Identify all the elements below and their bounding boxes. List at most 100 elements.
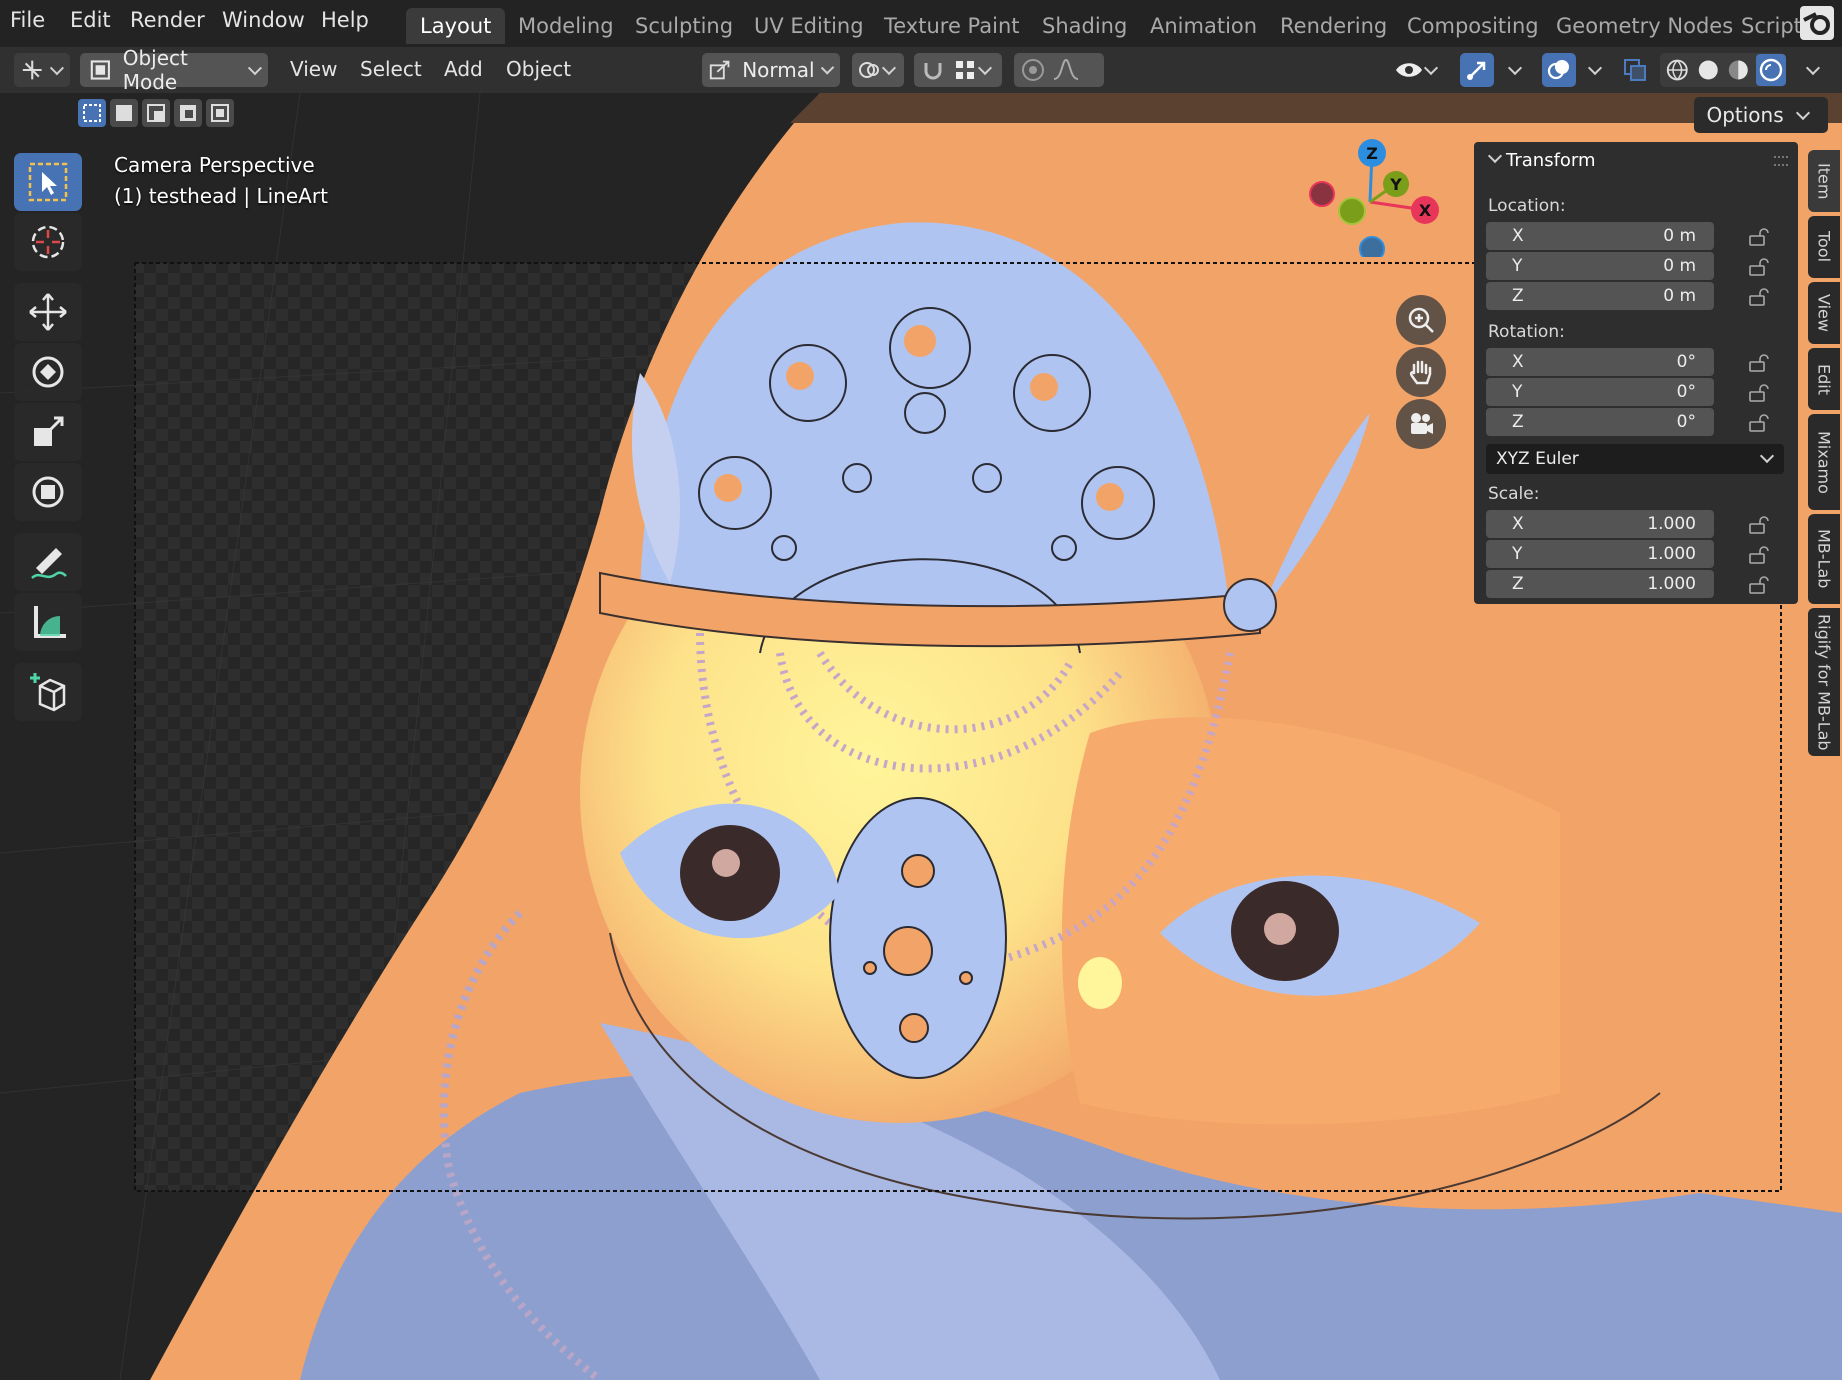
header-menu-object[interactable]: Object <box>506 57 571 81</box>
menu-edit[interactable]: Edit <box>70 8 111 32</box>
select-extend-button[interactable] <box>110 99 138 127</box>
rotation-mode-select[interactable]: XYZ Euler <box>1486 444 1784 474</box>
tab-modeling[interactable]: Modeling <box>504 8 628 44</box>
sidebar-tab-item[interactable]: Item <box>1808 150 1840 212</box>
tab-shading[interactable]: Shading <box>1028 8 1141 44</box>
sidebar-tab-edit[interactable]: Edit <box>1808 348 1840 410</box>
options-dropdown[interactable]: Options <box>1694 97 1828 133</box>
left-eye-highlight <box>712 849 740 877</box>
shading-dropdown-chevron-icon[interactable] <box>1805 60 1821 76</box>
editor-type-button[interactable] <box>14 53 70 87</box>
pivot-point-button[interactable] <box>852 53 904 87</box>
location-z-field[interactable]: Z 0 m <box>1486 282 1714 310</box>
select-subtract-button[interactable] <box>142 99 170 127</box>
unlock-icon[interactable] <box>1748 414 1770 432</box>
pan-button[interactable] <box>1396 347 1446 397</box>
overlays-dropdown-chevron-icon[interactable] <box>1587 60 1603 76</box>
scale-x-field[interactable]: X 1.000 <box>1486 510 1714 538</box>
snap-grid-icon[interactable] <box>954 59 976 81</box>
select-new-button[interactable] <box>78 99 106 127</box>
tab-rendering[interactable]: Rendering <box>1266 8 1401 44</box>
tab-geometry-nodes[interactable]: Geometry Nodes <box>1542 8 1747 44</box>
transform-orientation-select[interactable]: Normal <box>702 53 840 87</box>
gizmo-neg-z-handle[interactable] <box>1359 236 1385 257</box>
field-value: 1.000 <box>1647 544 1696 564</box>
rotation-y-field[interactable]: Y 0° <box>1486 378 1714 406</box>
field-value: 0° <box>1676 352 1696 372</box>
sidebar-tab-mb-lab[interactable]: MB-Lab <box>1808 514 1840 604</box>
location-x-field[interactable]: X 0 m <box>1486 222 1714 250</box>
select-invert-button[interactable] <box>174 99 202 127</box>
falloff-curve-icon[interactable] <box>1052 57 1080 83</box>
gizmo-neg-x-handle[interactable] <box>1309 181 1335 207</box>
gizmo-toggle-button[interactable] <box>1460 53 1494 87</box>
rotation-x-field[interactable]: X 0° <box>1486 348 1714 376</box>
select-box-tool[interactable] <box>14 153 82 211</box>
tab-texture-paint[interactable]: Texture Paint <box>870 8 1034 44</box>
tab-compositing[interactable]: Compositing <box>1393 8 1553 44</box>
cursor-tool[interactable] <box>14 213 82 271</box>
header-menu-add[interactable]: Add <box>444 57 483 81</box>
rotate-tool[interactable] <box>14 343 82 401</box>
unlock-icon[interactable] <box>1748 288 1770 306</box>
unlock-icon[interactable] <box>1748 228 1770 246</box>
scale-y-field[interactable]: Y 1.000 <box>1486 540 1714 568</box>
tab-uv-editing[interactable]: UV Editing <box>740 8 878 44</box>
measure-tool[interactable] <box>14 593 82 651</box>
annotate-tool[interactable] <box>14 533 82 591</box>
3d-viewport[interactable]: Options Camera Perspective (1) testhead … <box>0 93 1842 1380</box>
rendered-shading-button[interactable] <box>1755 54 1786 86</box>
menu-render[interactable]: Render <box>130 8 205 32</box>
location-y-field[interactable]: Y 0 m <box>1486 252 1714 280</box>
gizmo-x-label: X <box>1419 201 1432 220</box>
field-axis: X <box>1512 352 1524 372</box>
unlock-icon[interactable] <box>1748 546 1770 564</box>
gizmo-neg-y-handle[interactable] <box>1338 197 1366 225</box>
move-tool[interactable] <box>14 283 82 341</box>
header-menu-view[interactable]: View <box>290 57 337 81</box>
material-shading-icon[interactable] <box>1725 56 1752 84</box>
select-intersect-button[interactable] <box>206 99 234 127</box>
menu-window[interactable]: Window <box>222 8 305 32</box>
xray-toggle-button[interactable] <box>1618 53 1652 87</box>
rotation-z-field[interactable]: Z 0° <box>1486 408 1714 436</box>
gizmo-arrow-icon <box>1467 61 1486 80</box>
overlays-toggle-button[interactable] <box>1542 53 1576 87</box>
camera-view-button[interactable] <box>1396 399 1446 449</box>
unlock-icon[interactable] <box>1748 354 1770 372</box>
unlock-icon[interactable] <box>1748 576 1770 594</box>
tab-sculpting[interactable]: Sculpting <box>621 8 747 44</box>
tab-layout[interactable]: Layout <box>406 8 506 44</box>
gizmo-dropdown-chevron-icon[interactable] <box>1507 60 1523 76</box>
zoom-button[interactable] <box>1396 295 1446 345</box>
unlock-icon[interactable] <box>1748 384 1770 402</box>
header-menu-select[interactable]: Select <box>360 57 422 81</box>
unlock-icon[interactable] <box>1748 258 1770 276</box>
mode-select[interactable]: Object Mode <box>80 46 268 94</box>
solid-shading-icon[interactable] <box>1695 56 1722 84</box>
sidebar-tab-view[interactable]: View <box>1808 282 1840 344</box>
scale-z-field[interactable]: Z 1.000 <box>1486 570 1714 598</box>
proportional-edit-icon[interactable] <box>1020 57 1046 83</box>
scale-tool[interactable] <box>14 403 82 461</box>
chevron-down-icon <box>1795 105 1811 121</box>
sidebar-tab-label: Mixamo <box>1814 430 1834 494</box>
navigation-gizmo[interactable]: Z X Y <box>1300 137 1440 257</box>
sidebar-tab-mixamo[interactable]: Mixamo <box>1808 414 1840 510</box>
tab-animation[interactable]: Animation <box>1136 8 1271 44</box>
magnet-icon[interactable] <box>920 57 946 83</box>
menu-help[interactable]: Help <box>321 8 369 32</box>
unlock-icon[interactable] <box>1748 516 1770 534</box>
add-cube-tool[interactable] <box>14 663 82 721</box>
visibility-button[interactable] <box>1394 53 1446 87</box>
menu-file[interactable]: File <box>10 8 45 32</box>
sidebar-tab-tool[interactable]: Tool <box>1808 216 1840 278</box>
panel-collapse-chevron-icon[interactable] <box>1487 148 1503 164</box>
transform-tool[interactable] <box>14 463 82 521</box>
cursor-select-icon <box>28 162 68 202</box>
editor-type-icon <box>22 60 42 80</box>
field-value: 1.000 <box>1647 514 1696 534</box>
wireframe-shading-icon[interactable] <box>1664 56 1691 84</box>
sidebar-tab-rigify-mb-lab[interactable]: Rigify for MB-Lab <box>1808 608 1840 756</box>
panel-grip-icon[interactable] <box>1774 156 1788 166</box>
